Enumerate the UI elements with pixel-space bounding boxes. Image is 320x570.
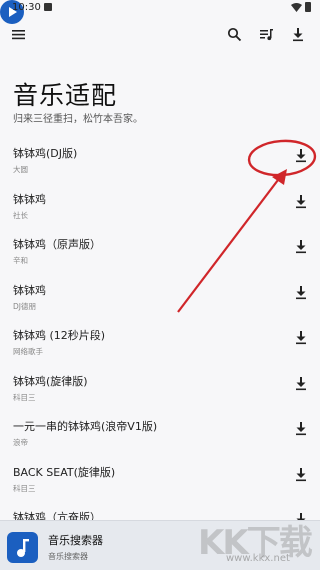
status-time: 10:30	[12, 2, 41, 13]
app-bar	[0, 24, 320, 52]
song-title: 钵钵鸡	[13, 192, 46, 206]
song-title: 钵钵鸡	[13, 283, 46, 297]
player-title: 音乐搜索器	[48, 534, 103, 547]
song-artist: 浪帝	[13, 438, 28, 447]
song-artist: 科目三	[13, 392, 36, 402]
watermark-url: www.kkx.net	[226, 553, 290, 564]
song-artist: 辛和	[13, 256, 28, 265]
song-title: BACK SEAT(旋律版)	[13, 465, 116, 479]
song-artist: 科目三	[13, 483, 36, 493]
song-row[interactable]: BACK SEAT(旋律版) 科目三	[0, 459, 320, 505]
music-note-icon	[17, 539, 29, 557]
song-title: 钵钵鸡(DJ版)	[13, 147, 78, 160]
song-artist: 社长	[13, 210, 28, 220]
download-icon[interactable]	[294, 330, 308, 345]
page-title: 音乐适配	[13, 81, 118, 110]
download-icon[interactable]	[294, 239, 308, 254]
song-title: 一元一串的钵钵鸡(浪帝V1版)	[13, 420, 158, 433]
song-row[interactable]: 钵钵鸡 社长	[0, 186, 320, 232]
song-artist: 网络歌手	[13, 347, 43, 356]
battery-icon	[305, 2, 311, 12]
search-icon[interactable]	[227, 27, 242, 42]
song-row[interactable]: 钵钵鸡（原声版） 辛和	[0, 231, 320, 277]
song-artist: 大圆	[13, 165, 28, 174]
song-row[interactable]: 钵钵鸡 DJ德朋	[0, 277, 320, 323]
song-row[interactable]: 钵钵鸡 (12秒片段) 网络歌手	[0, 322, 320, 368]
song-artist: DJ德朋	[13, 301, 36, 311]
status-bar: 10:30	[0, 0, 320, 16]
download-icon[interactable]	[291, 27, 305, 42]
song-row[interactable]: 一元一串的钵钵鸡(浪帝V1版) 浪帝	[0, 413, 320, 459]
wifi-icon	[291, 3, 302, 12]
song-title: 钵钵鸡 (12秒片段)	[13, 329, 106, 342]
notification-icon	[44, 3, 52, 11]
menu-icon[interactable]	[11, 27, 26, 42]
download-icon[interactable]	[294, 376, 308, 391]
download-icon[interactable]	[294, 148, 308, 163]
player-subtitle: 音乐搜索器	[48, 552, 88, 561]
download-icon[interactable]	[294, 194, 308, 209]
queue-music-icon[interactable]	[259, 27, 274, 42]
download-icon[interactable]	[294, 467, 308, 482]
song-title: 钵钵鸡（原声版）	[13, 238, 101, 251]
album-art	[7, 532, 38, 563]
download-icon[interactable]	[294, 285, 308, 300]
page-subtitle: 归来三径重扫，松竹本吾家。	[13, 114, 143, 125]
song-row[interactable]: 钵钵鸡(旋律版) 科目三	[0, 368, 320, 414]
song-row[interactable]: 钵钵鸡(DJ版) 大圆	[0, 140, 320, 186]
download-icon[interactable]	[294, 421, 308, 436]
song-list: 钵钵鸡(DJ版) 大圆 钵钵鸡 社长 钵钵鸡（原声版） 辛和 钵钵鸡 DJ德朋 …	[0, 140, 320, 550]
song-title: 钵钵鸡(旋律版)	[13, 374, 88, 388]
